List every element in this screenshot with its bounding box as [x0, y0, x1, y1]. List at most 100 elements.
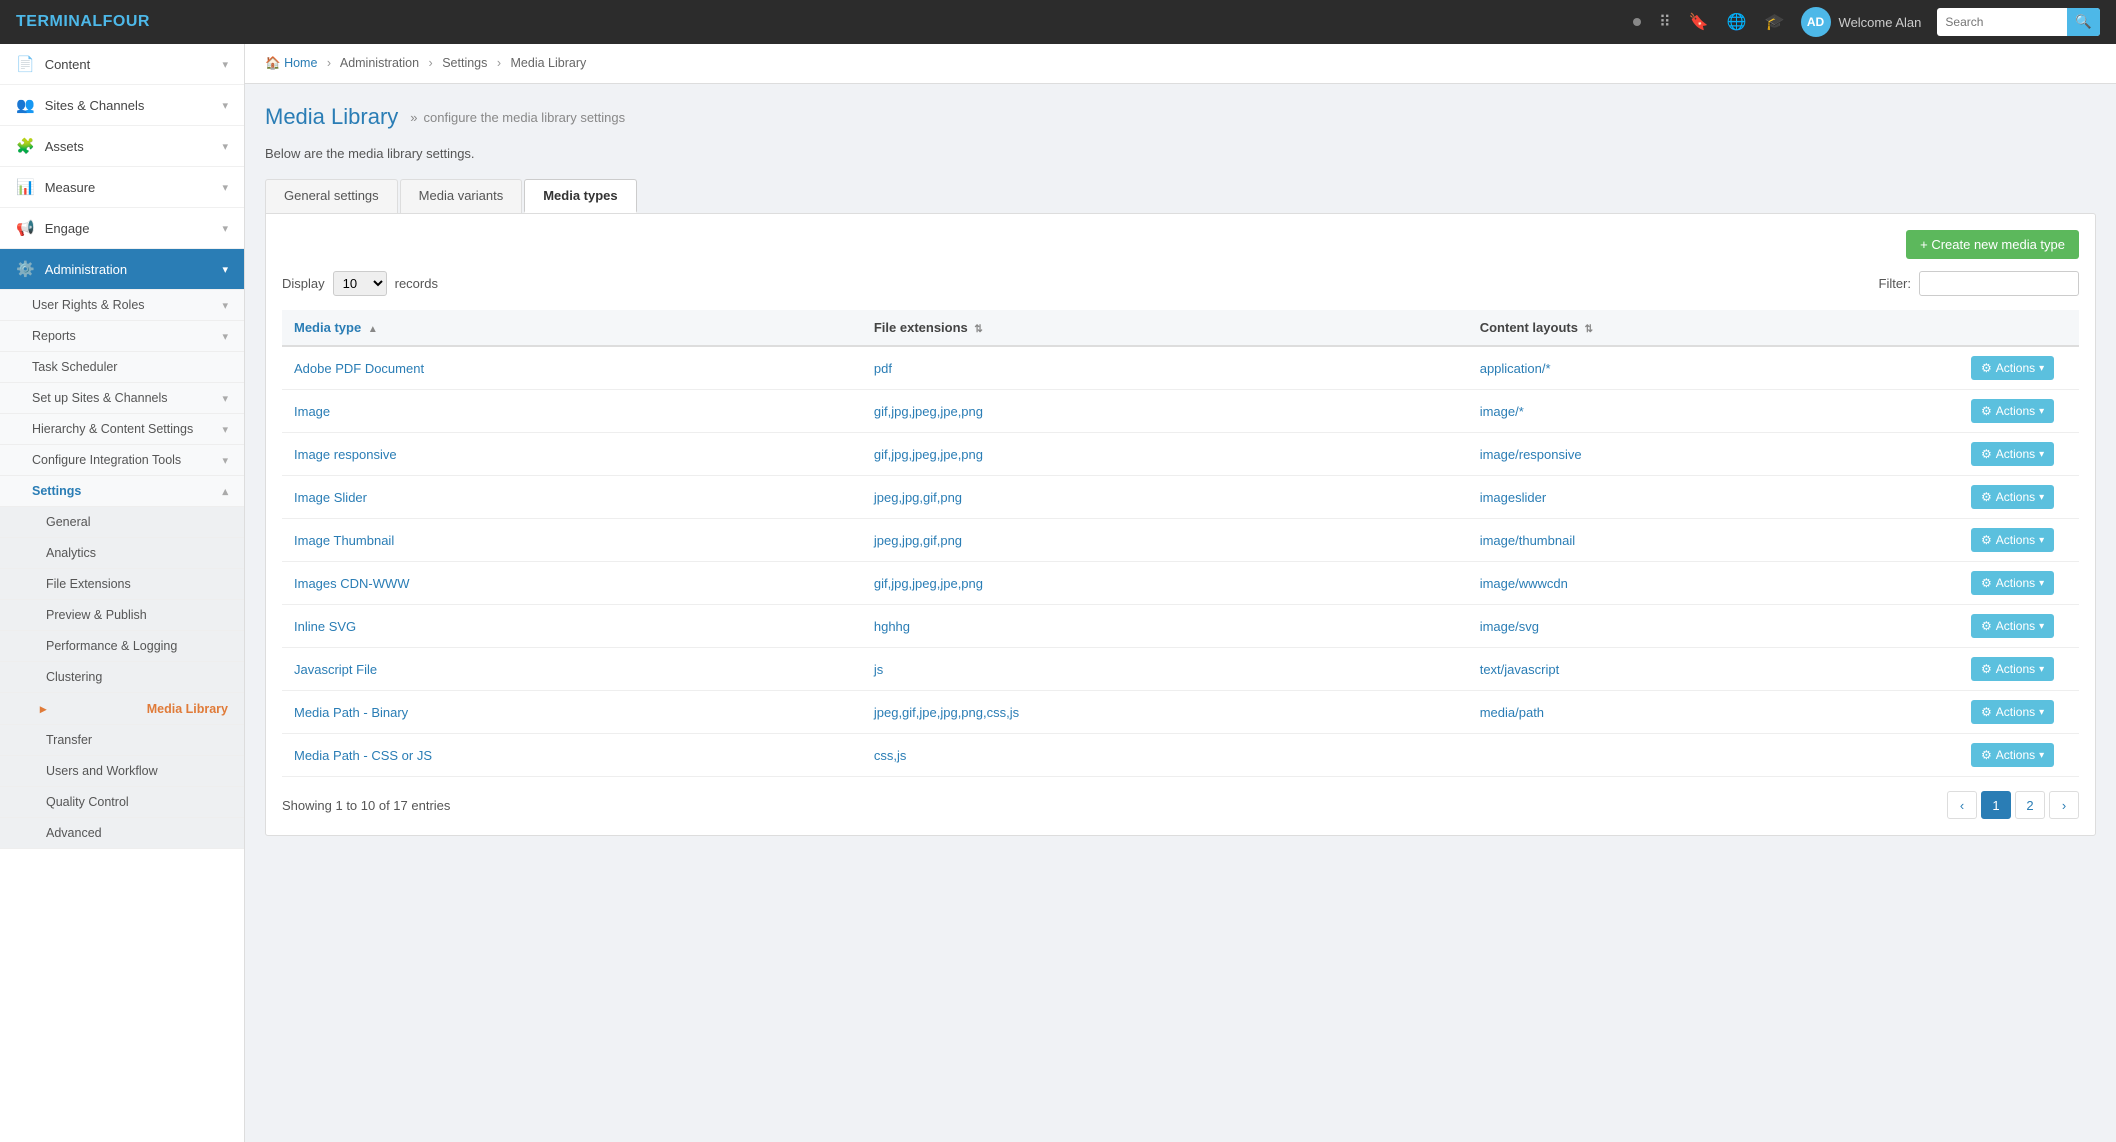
- actions-button[interactable]: ⚙ Actions ▾: [1971, 442, 2054, 466]
- media-type-link[interactable]: Media Path - Binary: [294, 705, 408, 720]
- media-type-link[interactable]: Image: [294, 404, 330, 419]
- media-type-link[interactable]: Javascript File: [294, 662, 377, 677]
- sidebar-item-sites[interactable]: 👥 Sites & Channels ▾: [0, 85, 244, 126]
- tabs-bar: General settings Media variants Media ty…: [265, 179, 2096, 213]
- content-layout-link[interactable]: imageslider: [1480, 490, 1546, 505]
- file-ext-link[interactable]: gif,jpg,jpeg,jpe,png: [874, 447, 983, 462]
- sidebar-item-measure[interactable]: 📊 Measure ▾: [0, 167, 244, 208]
- sidebar-item-settings[interactable]: Settings ▴: [0, 476, 244, 507]
- content-layout-link[interactable]: application/*: [1480, 361, 1551, 376]
- pagination-page-1[interactable]: 1: [1981, 791, 2011, 819]
- file-ext-link[interactable]: gif,jpg,jpeg,jpe,png: [874, 576, 983, 591]
- hierarchy-icon[interactable]: ⠿: [1659, 12, 1671, 32]
- media-type-link[interactable]: Inline SVG: [294, 619, 356, 634]
- sidebar-item-quality-control[interactable]: Quality Control: [0, 787, 244, 818]
- breadcrumb: 🏠 Home › Administration › Settings › Med…: [245, 44, 2116, 84]
- media-type-link[interactable]: Image Slider: [294, 490, 367, 505]
- sidebar-item-general[interactable]: General: [0, 507, 244, 538]
- user-avatar[interactable]: AD: [1801, 7, 1831, 37]
- actions-button[interactable]: ⚙ Actions ▾: [1971, 700, 2054, 724]
- sidebar-item-content[interactable]: 📄 Content ▾: [0, 44, 244, 85]
- content-layout-link[interactable]: image/responsive: [1480, 447, 1582, 462]
- actions-button[interactable]: ⚙ Actions ▾: [1971, 356, 2054, 380]
- graduation-icon[interactable]: 🎓: [1765, 12, 1785, 32]
- content-layout-link[interactable]: image/svg: [1480, 619, 1539, 634]
- media-types-table: Media type ▲ File extensions ⇅ Content l…: [282, 310, 2079, 777]
- media-type-link[interactable]: Adobe PDF Document: [294, 361, 424, 376]
- sort-icon: ⇅: [974, 324, 982, 335]
- content-layout-link[interactable]: image/thumbnail: [1480, 533, 1575, 548]
- cell-content-layout: image/svg: [1468, 605, 1959, 648]
- pagination-page-2[interactable]: 2: [2015, 791, 2045, 819]
- sidebar-item-media-library[interactable]: ▸ Media Library: [0, 693, 244, 725]
- caret-down-icon: ▾: [2039, 535, 2044, 546]
- sidebar-item-clustering[interactable]: Clustering: [0, 662, 244, 693]
- actions-button[interactable]: ⚙ Actions ▾: [1971, 485, 2054, 509]
- nav-icons: ⠿ 🔖 🌐 🎓: [1633, 12, 1784, 32]
- sidebar-item-task-scheduler[interactable]: Task Scheduler: [0, 352, 244, 383]
- page-body: Media Library configure the media librar…: [245, 84, 2116, 856]
- tab-media-types[interactable]: Media types: [524, 179, 636, 213]
- actions-button[interactable]: ⚙ Actions ▾: [1971, 657, 2054, 681]
- sidebar-item-transfer[interactable]: Transfer: [0, 725, 244, 756]
- file-ext-link[interactable]: js: [874, 662, 883, 677]
- media-type-link[interactable]: Media Path - CSS or JS: [294, 748, 432, 763]
- file-ext-link[interactable]: jpeg,jpg,gif,png: [874, 490, 962, 505]
- chevron-up-icon: ▴: [222, 485, 228, 498]
- file-ext-link[interactable]: css,js: [874, 748, 907, 763]
- sidebar-item-analytics[interactable]: Analytics: [0, 538, 244, 569]
- sidebar-item-set-up-sites[interactable]: Set up Sites & Channels ▾: [0, 383, 244, 414]
- media-type-link[interactable]: Image responsive: [294, 447, 397, 462]
- globe-icon[interactable]: 🌐: [1727, 12, 1747, 32]
- cell-content-layout: media/path: [1468, 691, 1959, 734]
- sidebar-item-engage[interactable]: 📢 Engage ▾: [0, 208, 244, 249]
- cell-media-type: Adobe PDF Document: [282, 346, 862, 390]
- sidebar-item-administration[interactable]: ⚙️ Administration ▾: [0, 249, 244, 290]
- actions-button[interactable]: ⚙ Actions ▾: [1971, 528, 2054, 552]
- sidebar-item-advanced[interactable]: Advanced: [0, 818, 244, 849]
- content-layout-link[interactable]: text/javascript: [1480, 662, 1559, 677]
- records-per-page-select[interactable]: 10 25 50 100: [333, 271, 387, 296]
- cell-actions: ⚙ Actions ▾: [1959, 648, 2079, 691]
- sidebar-item-preview-publish[interactable]: Preview & Publish: [0, 600, 244, 631]
- file-ext-link[interactable]: pdf: [874, 361, 892, 376]
- pagination-prev[interactable]: ‹: [1947, 791, 1977, 819]
- media-type-link[interactable]: Images CDN-WWW: [294, 576, 410, 591]
- actions-button[interactable]: ⚙ Actions ▾: [1971, 399, 2054, 423]
- sort-media-type[interactable]: Media type: [294, 320, 361, 335]
- sidebar-item-user-rights[interactable]: User Rights & Roles ▾: [0, 290, 244, 321]
- cell-media-type: Image Thumbnail: [282, 519, 862, 562]
- bookmark-icon[interactable]: 🔖: [1689, 12, 1709, 32]
- file-ext-link[interactable]: gif,jpg,jpeg,jpe,png: [874, 404, 983, 419]
- create-media-type-button[interactable]: + Create new media type: [1906, 230, 2079, 259]
- search-input[interactable]: [1937, 15, 2067, 29]
- file-ext-link[interactable]: hghhg: [874, 619, 910, 634]
- sidebar-item-performance-logging[interactable]: Performance & Logging: [0, 631, 244, 662]
- search-button[interactable]: 🔍: [2067, 8, 2100, 36]
- actions-button[interactable]: ⚙ Actions ▾: [1971, 614, 2054, 638]
- tab-media-variants[interactable]: Media variants: [400, 179, 523, 213]
- sidebar-item-hierarchy[interactable]: Hierarchy & Content Settings ▾: [0, 414, 244, 445]
- gear-icon: ⚙: [1981, 662, 1992, 676]
- content-layout-link[interactable]: image/*: [1480, 404, 1524, 419]
- breadcrumb-home[interactable]: Home: [284, 56, 317, 70]
- file-ext-link[interactable]: jpeg,gif,jpe,jpg,png,css,js: [874, 705, 1019, 720]
- sidebar-item-configure-integration[interactable]: Configure Integration Tools ▾: [0, 445, 244, 476]
- settings-submenu: General Analytics File Extensions Previe…: [0, 507, 244, 849]
- content-layout-link[interactable]: image/wwwcdn: [1480, 576, 1568, 591]
- file-ext-link[interactable]: jpeg,jpg,gif,png: [874, 533, 962, 548]
- sidebar-item-reports[interactable]: Reports ▾: [0, 321, 244, 352]
- filter-input[interactable]: [1919, 271, 2079, 296]
- actions-button[interactable]: ⚙ Actions ▾: [1971, 743, 2054, 767]
- pagination-next[interactable]: ›: [2049, 791, 2079, 819]
- media-type-link[interactable]: Image Thumbnail: [294, 533, 394, 548]
- top-nav: TERMINALFOUR ⠿ 🔖 🌐 🎓 AD Welcome Alan 🔍: [0, 0, 2116, 44]
- content-layout-link[interactable]: media/path: [1480, 705, 1544, 720]
- sidebar-item-file-extensions[interactable]: File Extensions: [0, 569, 244, 600]
- tab-general-settings[interactable]: General settings: [265, 179, 398, 213]
- cell-content-layout: image/wwwcdn: [1468, 562, 1959, 605]
- table-panel: + Create new media type Display 10 25 50…: [265, 213, 2096, 836]
- actions-button[interactable]: ⚙ Actions ▾: [1971, 571, 2054, 595]
- sidebar-item-assets[interactable]: 🧩 Assets ▾: [0, 126, 244, 167]
- sidebar-item-users-workflow[interactable]: Users and Workflow: [0, 756, 244, 787]
